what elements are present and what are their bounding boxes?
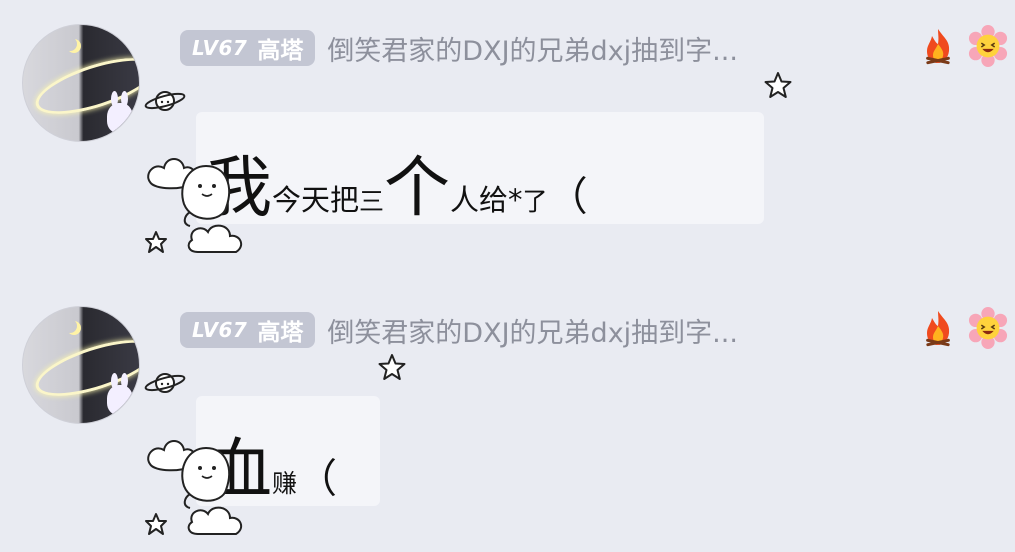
level-label: LV67 bbox=[192, 36, 248, 60]
chat-message: LV67 高塔 倒笑君家的DXJ的兄弟dxj抽到字... 血赚（ bbox=[0, 282, 1015, 552]
text-segment: 今天把 bbox=[272, 183, 360, 217]
text-segment: 了 bbox=[522, 187, 548, 216]
bunny-icon bbox=[107, 91, 133, 133]
sender-header: LV67 高塔 倒笑君家的DXJ的兄弟dxj抽到字... bbox=[180, 310, 738, 350]
level-name-badge[interactable]: LV67 高塔 bbox=[180, 30, 316, 66]
text-segment: 个 bbox=[384, 149, 451, 226]
star-icon bbox=[378, 354, 406, 380]
chat-message: LV67 高塔 倒笑君家的DXJ的兄弟dxj抽到字... 我今天把三个人给*了（ bbox=[0, 0, 1015, 270]
moon-icon bbox=[63, 37, 77, 51]
grinning-flower-emoji bbox=[968, 25, 1008, 67]
level-name-badge[interactable]: LV67 高塔 bbox=[180, 312, 316, 348]
fire-emoji bbox=[918, 308, 958, 348]
text-segment: （ bbox=[547, 174, 588, 220]
avatar[interactable] bbox=[22, 24, 140, 142]
user-name: 高塔 bbox=[257, 38, 304, 64]
moon-icon bbox=[63, 319, 77, 333]
sender-header: LV67 高塔 倒笑君家的DXJ的兄弟dxj抽到字... bbox=[180, 28, 738, 68]
fire-emoji bbox=[918, 26, 958, 66]
text-segment: （ bbox=[297, 456, 338, 502]
star-icon bbox=[764, 72, 792, 98]
text-segment: 赚 bbox=[272, 469, 298, 498]
avatar[interactable] bbox=[22, 306, 140, 424]
text-segment: 三 bbox=[359, 187, 385, 216]
user-title: 倒笑君家的DXJ的兄弟dxj抽到字... bbox=[327, 35, 738, 67]
dinosaur-cloud-sticker bbox=[145, 158, 243, 253]
dinosaur-cloud-sticker bbox=[145, 440, 243, 535]
user-title: 倒笑君家的DXJ的兄弟dxj抽到字... bbox=[327, 317, 738, 349]
text-segment: * bbox=[508, 183, 523, 217]
message-text: 我今天把三个人给*了（ bbox=[206, 134, 588, 230]
text-segment: 人给 bbox=[450, 183, 509, 217]
grinning-flower-emoji bbox=[968, 307, 1008, 349]
message-bubble[interactable]: 我今天把三个人给*了（ bbox=[196, 112, 764, 226]
user-name: 高塔 bbox=[257, 320, 304, 346]
level-label: LV67 bbox=[192, 318, 248, 342]
bunny-icon bbox=[107, 373, 133, 415]
